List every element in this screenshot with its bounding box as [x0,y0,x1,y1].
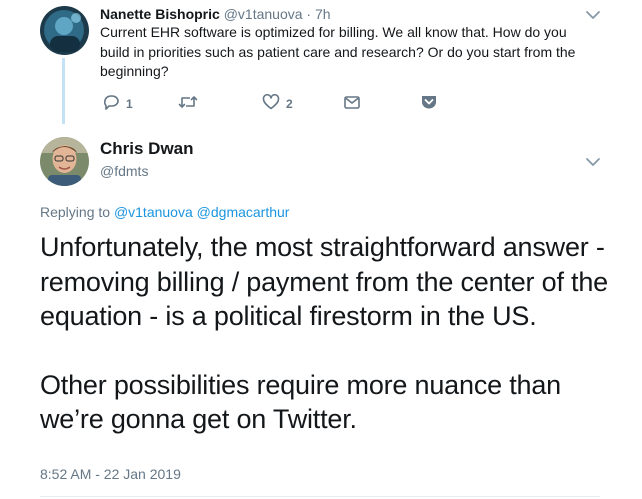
main-author-name[interactable]: Chris Dwan [100,139,194,159]
parent-tweet-text: Current EHR software is optimized for bi… [100,24,576,79]
replying-to-line: Replying to @v1tanuova @dgmacarthur [40,204,289,220]
parent-author-avatar[interactable] [40,6,89,55]
like-icon [262,93,280,115]
parent-author-name[interactable]: Nanette Bishopric [100,6,220,22]
like-count: 2 [286,97,293,111]
parent-tweet-time[interactable]: 7h [315,6,331,22]
chevron-down-icon[interactable] [585,8,601,20]
retweet-button[interactable] [178,94,204,114]
reply-button[interactable]: 1 [102,94,133,114]
pocket-icon [420,94,438,115]
main-author-avatar[interactable] [40,137,89,186]
reply-icon [102,94,120,115]
parent-author-handle[interactable]: @v1tanuova [224,6,303,22]
reply-count: 1 [126,97,133,111]
retweet-icon [178,94,198,115]
parent-tweet-header: Nanette Bishopric @v1tanuova · 7h [100,5,331,23]
thread-connector-line [62,58,65,124]
direct-message-button[interactable] [343,94,361,114]
tweet-timestamp[interactable]: 8:52 AM - 22 Jan 2019 [40,466,181,482]
parent-time-separator: · [306,6,312,22]
tweet-paragraph: Other possibilities require more nuance … [40,369,561,435]
replying-to-link[interactable]: @v1tanuova [114,204,193,220]
message-icon [343,94,361,115]
main-author-handle[interactable]: @fdmts [100,163,148,179]
replying-to-label: Replying to [40,204,111,220]
main-tweet-text: Unfortunately, the most straightforward … [40,230,630,437]
tweet-paragraph: Unfortunately, the most straightforward … [40,232,608,331]
chevron-down-icon[interactable] [585,155,601,167]
divider [40,496,600,497]
save-to-pocket-button[interactable] [420,94,438,114]
replying-to-link[interactable]: @dgmacarthur [197,204,290,220]
parent-tweet-actions: 1 2 [100,93,480,115]
like-button[interactable]: 2 [262,93,293,115]
